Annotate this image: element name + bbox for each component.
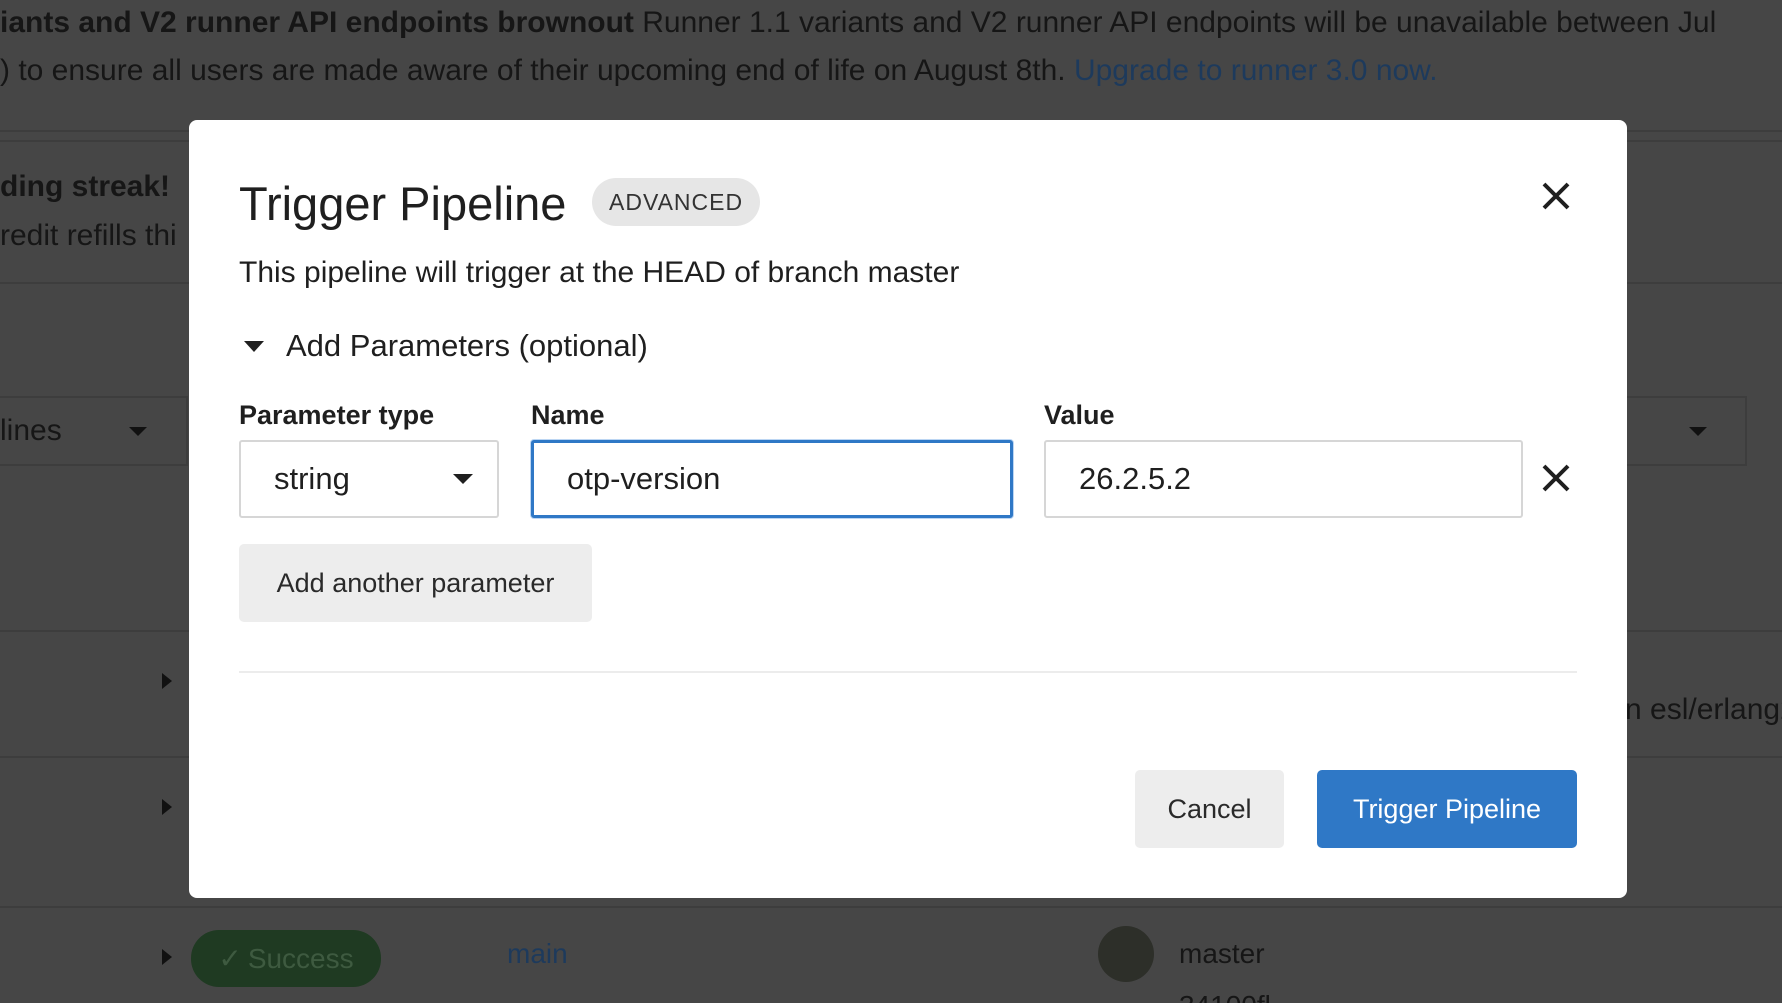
filter-caret-icon-2	[1689, 427, 1707, 436]
streak-text: redit refills thi	[0, 219, 177, 252]
commit-hash[interactable]: 34100fl	[1179, 990, 1271, 1003]
expand-row-icon[interactable]	[162, 949, 172, 965]
name-label: Name	[531, 400, 605, 430]
banner-title: iants and V2 runner API endpoints browno…	[0, 6, 634, 39]
parameter-value-value: 26.2.5.2	[1079, 461, 1192, 496]
cancel-button[interactable]: Cancel	[1135, 770, 1284, 848]
dialog-title: Trigger Pipeline	[239, 177, 567, 230]
value-label: Value	[1044, 400, 1115, 430]
parameter-name-input[interactable]: otp-version	[531, 440, 1013, 518]
streak-title: ding streak!	[0, 170, 171, 203]
filter-dropdown-2[interactable]	[1627, 396, 1747, 466]
close-button[interactable]	[1536, 176, 1576, 216]
project-branch-link[interactable]: main	[507, 938, 568, 970]
trigger-pipeline-button[interactable]: Trigger Pipeline	[1317, 770, 1577, 848]
advanced-badge: ADVANCED	[592, 178, 761, 226]
caret-down-icon	[244, 340, 264, 352]
add-parameters-toggle[interactable]: Add Parameters (optional)	[239, 328, 648, 364]
close-icon	[1542, 182, 1570, 210]
parameter-name-value: otp-version	[567, 461, 721, 496]
close-icon	[1542, 464, 1570, 492]
parameter-value-input[interactable]: 26.2.5.2	[1044, 440, 1523, 518]
parameter-type-select[interactable]: string	[239, 440, 499, 518]
status-text: Success	[247, 942, 354, 974]
parameter-type-label: Parameter type	[239, 400, 435, 430]
banner-line-2: ) to ensure all users are made aware of …	[0, 54, 1438, 88]
divider	[239, 671, 1577, 673]
check-icon: ✓	[218, 943, 242, 974]
remove-parameter-button[interactable]	[1538, 460, 1574, 496]
expand-row-icon[interactable]	[162, 799, 172, 815]
parameter-type-value: string	[274, 461, 350, 496]
branch-name: master	[1179, 938, 1265, 969]
expand-row-icon[interactable]	[162, 673, 172, 689]
dialog-subtitle: This pipeline will trigger at the HEAD o…	[239, 256, 960, 289]
add-parameter-button[interactable]: Add another parameter	[239, 544, 592, 622]
trigger-pipeline-dialog: Trigger Pipeline ADVANCED This pipeline …	[189, 120, 1627, 898]
filter-dropdown[interactable]	[0, 396, 188, 466]
toggle-label: Add Parameters (optional)	[286, 328, 648, 363]
upgrade-link[interactable]: Upgrade to runner 3.0 now.	[1074, 54, 1438, 87]
avatar	[1098, 926, 1154, 982]
status-badge[interactable]: ✓ Success	[191, 930, 381, 987]
banner-text: Runner 1.1 variants and V2 runner API en…	[633, 6, 1717, 39]
row-text: n esl/erlang2	[1625, 693, 1782, 726]
banner-line-1: iants and V2 runner API endpoints browno…	[0, 6, 1716, 40]
banner-text-2: ) to ensure all users are made aware of …	[0, 54, 1074, 87]
chevron-down-icon	[453, 474, 473, 484]
